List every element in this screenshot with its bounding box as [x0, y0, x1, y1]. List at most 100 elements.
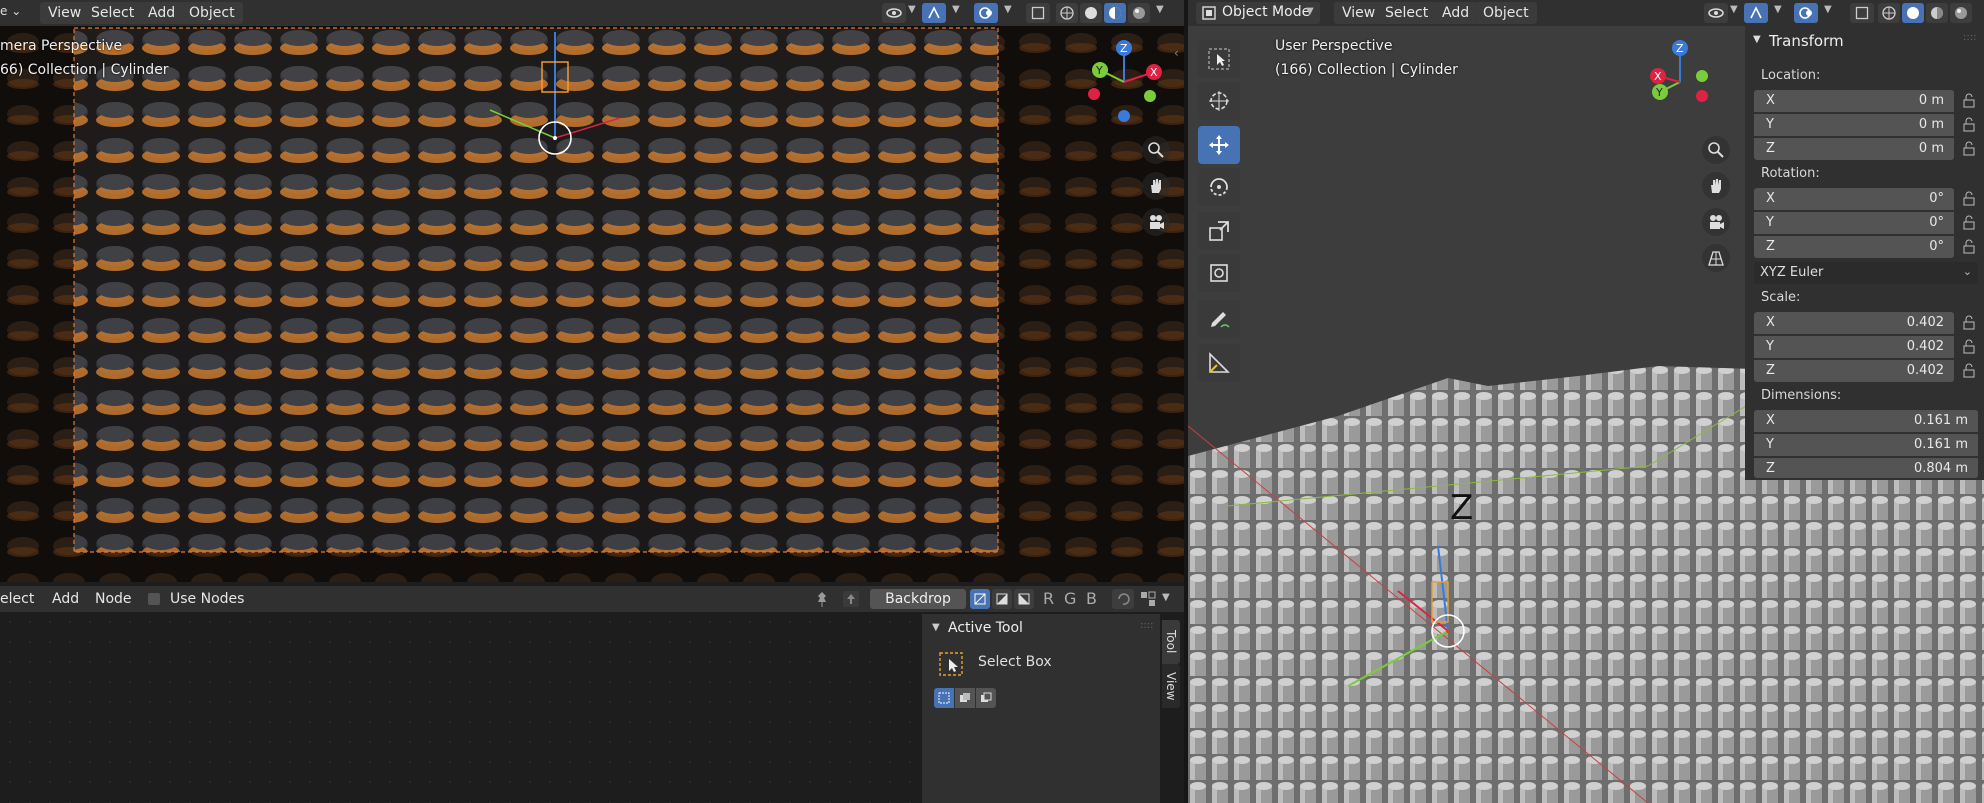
dimensions-y-field[interactable]: Y 0.161 m — [1754, 434, 1978, 456]
location-y-field[interactable]: Y 0 m — [1754, 114, 1954, 136]
shading-rendered-icon[interactable] — [1950, 3, 1972, 23]
backdrop-channels-alpha-icon[interactable] — [992, 589, 1012, 609]
visibility-icon[interactable] — [882, 3, 906, 23]
use-nodes-checkbox[interactable] — [148, 593, 160, 605]
channel-b-button[interactable]: B — [1086, 586, 1097, 612]
menu-node[interactable]: Node — [95, 586, 132, 612]
pan-hand-icon[interactable] — [1142, 172, 1170, 200]
chevron-down-icon[interactable]: ▼ — [1156, 4, 1164, 15]
menu-add-node[interactable]: Add — [52, 586, 79, 612]
chevron-down-icon[interactable]: ▼ — [952, 4, 960, 15]
overlay-toggle-icon[interactable] — [1794, 3, 1818, 23]
lock-icon[interactable] — [1961, 93, 1977, 109]
menu-add-right[interactable]: Add — [1434, 2, 1478, 24]
visibility-icon[interactable] — [1704, 3, 1728, 23]
shading-material-icon[interactable] — [1104, 3, 1126, 23]
tool-scale[interactable] — [1198, 212, 1240, 250]
undo-gesture-icon[interactable] — [1112, 589, 1134, 609]
parent-node-icon[interactable] — [842, 590, 860, 612]
chevron-down-icon[interactable]: ▼ — [1004, 4, 1012, 15]
chevron-down-icon[interactable]: ▼ — [908, 4, 916, 15]
active-tool-title[interactable]: Active Tool — [948, 620, 1023, 636]
chevron-down-icon[interactable]: ▼ — [1774, 4, 1782, 15]
tool-measure[interactable] — [1198, 344, 1240, 382]
menu-select-node[interactable]: elect — [0, 586, 34, 612]
camera-view-icon[interactable] — [1702, 208, 1730, 236]
lock-icon[interactable] — [1961, 191, 1977, 207]
scale-z-field[interactable]: Z 0.402 — [1754, 360, 1954, 382]
scale-x-field[interactable]: X 0.402 — [1754, 312, 1954, 334]
transform-title[interactable]: Transform — [1769, 32, 1844, 50]
backdrop-channels-alpha-only-icon[interactable] — [1014, 589, 1034, 609]
mode-extend-icon[interactable] — [955, 688, 975, 708]
gizmo-toggle-icon[interactable] — [1744, 3, 1768, 23]
shading-rendered-icon[interactable] — [1128, 3, 1150, 23]
select-box-icon[interactable] — [938, 651, 964, 681]
lock-icon[interactable] — [1961, 117, 1977, 133]
snap-icon[interactable] — [1140, 591, 1156, 611]
menu-view-left[interactable]: View — [40, 2, 90, 24]
xray-toggle-icon[interactable] — [1850, 3, 1874, 23]
tool-rotate[interactable] — [1198, 168, 1240, 206]
perspective-toggle-icon[interactable] — [1702, 244, 1730, 272]
chevron-down-icon[interactable]: ▼ — [1730, 4, 1738, 15]
menu-object-right[interactable]: Object — [1475, 2, 1537, 24]
channel-g-button[interactable]: G — [1064, 586, 1076, 612]
backdrop-button[interactable]: Backdrop — [870, 589, 966, 609]
pan-hand-icon[interactable] — [1702, 172, 1730, 200]
mode-dropdown[interactable]: Object Mode ▼ — [1196, 2, 1320, 24]
menu-view-right[interactable]: View — [1334, 2, 1384, 24]
rotation-x-field[interactable]: X 0° — [1754, 188, 1954, 210]
tool-move[interactable] — [1198, 126, 1240, 164]
collapse-arrow-icon[interactable]: ‹ — [1174, 46, 1179, 60]
lock-icon[interactable] — [1961, 141, 1977, 157]
chevron-down-icon[interactable]: ▼ — [1162, 592, 1170, 603]
mode-subtract-icon[interactable] — [976, 688, 996, 708]
zoom-icon[interactable] — [1142, 136, 1170, 164]
dimensions-z-field[interactable]: Z 0.804 m — [1754, 458, 1978, 478]
rotation-y-field[interactable]: Y 0° — [1754, 212, 1954, 234]
lock-icon[interactable] — [1961, 239, 1977, 255]
tool-cursor[interactable] — [1198, 82, 1240, 120]
tool-select-box[interactable] — [1198, 40, 1240, 78]
tool-transform[interactable] — [1198, 254, 1240, 292]
tab-tool[interactable]: Tool — [1162, 620, 1180, 664]
lock-icon[interactable] — [1961, 339, 1977, 355]
menu-select-right[interactable]: Select — [1377, 2, 1437, 24]
mode-set-icon[interactable] — [934, 688, 954, 708]
pin-icon[interactable] — [814, 590, 830, 612]
location-z-field[interactable]: Z 0 m — [1754, 138, 1954, 160]
menu-select-left[interactable]: Select — [83, 2, 143, 24]
overlay-toggle-icon[interactable] — [974, 3, 998, 23]
panel-collapse-icon[interactable]: ▼ — [1753, 34, 1761, 45]
zoom-icon[interactable] — [1702, 136, 1730, 164]
rotation-z-field[interactable]: Z 0° — [1754, 236, 1954, 258]
lock-icon[interactable] — [1961, 215, 1977, 231]
node-editor-canvas[interactable] — [0, 612, 922, 803]
navigation-gizmo[interactable]: Z X Y — [1084, 40, 1164, 126]
dimensions-x-field[interactable]: X 0.161 m — [1754, 410, 1978, 432]
channel-r-button[interactable]: R — [1043, 586, 1054, 612]
tab-view[interactable]: View — [1162, 664, 1180, 708]
camera-view-icon[interactable] — [1142, 208, 1170, 236]
lock-icon[interactable] — [1961, 363, 1977, 379]
menu-object-left[interactable]: Object — [181, 2, 243, 24]
navigation-gizmo[interactable]: Z X Y — [1640, 40, 1720, 126]
shading-solid-icon[interactable] — [1080, 3, 1102, 23]
shading-wireframe-icon[interactable] — [1878, 3, 1900, 23]
rotation-mode-dropdown[interactable]: XYZ Euler ⌄ — [1754, 262, 1978, 284]
gizmo-toggle-icon[interactable] — [922, 3, 946, 23]
xray-toggle-icon[interactable] — [1026, 3, 1050, 23]
scale-y-field[interactable]: Y 0.402 — [1754, 336, 1954, 358]
menu-add-left[interactable]: Add — [140, 2, 184, 24]
shading-solid-icon[interactable] — [1902, 3, 1924, 23]
chevron-down-icon[interactable]: ▼ — [1824, 4, 1832, 15]
grip-icon[interactable]: :::: — [1963, 32, 1976, 43]
grip-icon[interactable]: :::: — [1140, 620, 1153, 631]
panel-collapse-icon[interactable]: ▼ — [932, 622, 940, 633]
shading-wireframe-icon[interactable] — [1056, 3, 1078, 23]
shading-material-icon[interactable] — [1926, 3, 1948, 23]
editor-type-fragment[interactable]: e ⌄ — [0, 4, 21, 18]
camera-viewport[interactable]: mera Perspective 66) Collection | Cylind… — [0, 26, 1184, 582]
location-x-field[interactable]: X 0 m — [1754, 90, 1954, 112]
